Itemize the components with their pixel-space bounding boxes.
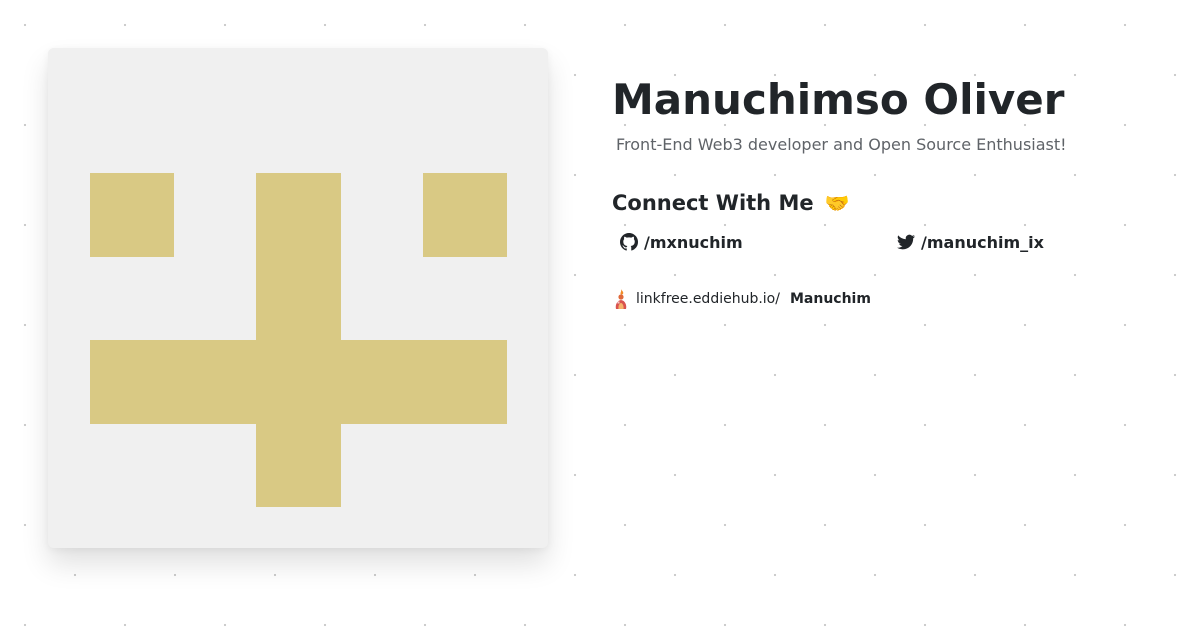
github-icon	[620, 233, 638, 251]
linkfree-link[interactable]: linkfree.eddiehub.io/Manuchim	[612, 287, 871, 311]
identicon-block-top-right	[423, 173, 507, 257]
connect-heading: Connect With Me 🤝	[612, 188, 850, 218]
avatar	[48, 48, 548, 548]
linkfree-domain: linkfree.eddiehub.io/	[636, 291, 780, 307]
connect-heading-text: Connect With Me	[612, 191, 814, 215]
linkfree-username: Manuchim	[789, 291, 871, 307]
twitter-link[interactable]: /manuchim_ix	[897, 229, 1044, 255]
linkfree-logo-icon	[615, 289, 627, 309]
twitter-icon	[897, 234, 915, 250]
handshake-emoji: 🤝	[824, 191, 850, 215]
identicon-block-horizontal	[90, 340, 507, 424]
profile-tagline: Front-End Web3 developer and Open Source…	[616, 135, 1067, 154]
identicon-block-top-left	[90, 173, 174, 257]
twitter-handle: /manuchim_ix	[921, 232, 1044, 252]
github-link[interactable]: /mxnuchim	[620, 229, 743, 255]
identicon-avatar	[48, 48, 548, 548]
github-handle: /mxnuchim	[644, 232, 743, 252]
profile-name: Manuchimso Oliver	[612, 75, 1065, 124]
